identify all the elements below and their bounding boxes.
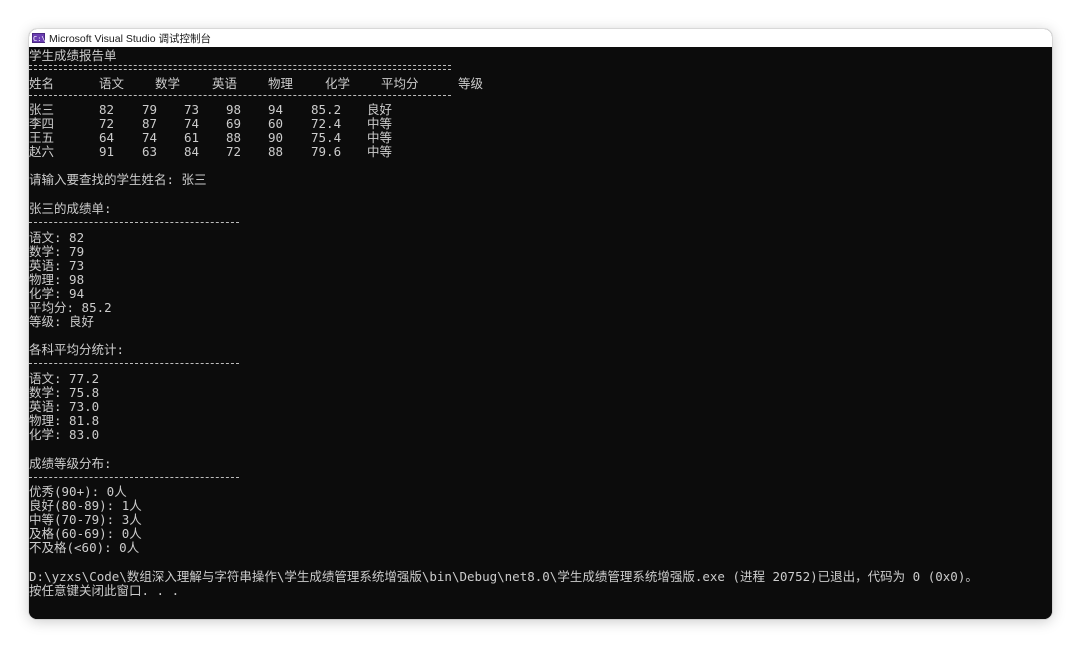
table-cell-chinese: 64 [99, 130, 115, 145]
average-line: 数学: 75.8 [29, 385, 100, 400]
table-cell-chemistry: 90 [268, 130, 284, 145]
console-output[interactable]: 学生成绩报告单 姓名 语文 数学 英语 物理 化学 平均分 等级 张三 82 7… [29, 47, 1052, 619]
average-line: 物理: 81.8 [29, 413, 100, 428]
table-cell-chemistry: 60 [268, 116, 284, 131]
detail-line: 物理: 98 [29, 272, 85, 287]
console-app-icon: C:\ [32, 33, 46, 43]
detail-title: 张三的成绩单: [29, 201, 112, 216]
distribution-line: 良好(80-89): 1人 [29, 498, 142, 513]
table-cell-english: 84 [184, 144, 200, 159]
title-bar[interactable]: C:\ Microsoft Visual Studio 调试控制台 [29, 29, 1052, 47]
table-header-english: 英语 [212, 76, 238, 91]
table-cell-grade: 中等 [367, 144, 393, 159]
table-cell-english: 61 [184, 130, 200, 145]
table-cell-math: 63 [142, 144, 158, 159]
table-cell-physics: 72 [226, 144, 242, 159]
table-header-chinese: 语文 [99, 76, 125, 91]
table-cell-name: 张三 [29, 102, 55, 117]
distribution-line: 不及格(<60): 0人 [29, 540, 140, 555]
averages-separator [29, 363, 239, 364]
average-line: 化学: 83.0 [29, 427, 100, 442]
table-cell-math: 79 [142, 102, 158, 117]
table-cell-chemistry: 94 [268, 102, 284, 117]
table-header-grade: 等级 [458, 76, 484, 91]
table-header-separator [29, 95, 451, 96]
window-title: Microsoft Visual Studio 调试控制台 [49, 32, 212, 45]
table-cell-chinese: 91 [99, 144, 115, 159]
distribution-separator [29, 477, 239, 478]
table-cell-chinese: 72 [99, 116, 115, 131]
report-title-separator [29, 65, 451, 70]
report-title: 学生成绩报告单 [29, 48, 117, 63]
table-cell-english: 74 [184, 116, 200, 131]
table-cell-grade: 中等 [367, 130, 393, 145]
detail-line: 平均分: 85.2 [29, 300, 112, 315]
detail-line: 等级: 良好 [29, 314, 95, 329]
table-header-math: 数学 [155, 76, 181, 91]
table-cell-average: 72.4 [311, 116, 342, 131]
table-cell-physics: 69 [226, 116, 242, 131]
search-prompt: 请输入要查找的学生姓名: 张三 [29, 172, 207, 187]
table-header-physics: 物理 [268, 76, 294, 91]
detail-line: 语文: 82 [29, 230, 85, 245]
exit-message: D:\yzxs\Code\数组深入理解与字符串操作\学生成绩管理系统增强版\bi… [29, 569, 978, 584]
table-cell-grade: 良好 [367, 102, 393, 117]
averages-title: 各科平均分统计: [29, 342, 125, 357]
distribution-title: 成绩等级分布: [29, 456, 112, 471]
table-cell-chinese: 82 [99, 102, 115, 117]
console-window: C:\ Microsoft Visual Studio 调试控制台 学生成绩报告… [29, 29, 1052, 619]
table-cell-chemistry: 88 [268, 144, 284, 159]
table-cell-average: 75.4 [311, 130, 342, 145]
table-cell-math: 74 [142, 130, 158, 145]
detail-separator [29, 222, 239, 223]
table-cell-name: 赵六 [29, 144, 55, 159]
distribution-line: 及格(60-69): 0人 [29, 526, 142, 541]
close-prompt: 按任意键关闭此窗口. . . [29, 583, 180, 598]
detail-line: 数学: 79 [29, 244, 85, 259]
table-cell-name: 王五 [29, 130, 55, 145]
detail-line: 化学: 94 [29, 286, 85, 301]
table-header-chemistry: 化学 [325, 76, 351, 91]
table-header-name: 姓名 [29, 76, 55, 91]
table-cell-grade: 中等 [367, 116, 393, 131]
detail-line: 英语: 73 [29, 258, 85, 273]
average-line: 英语: 73.0 [29, 399, 100, 414]
table-cell-physics: 98 [226, 102, 242, 117]
table-cell-name: 李四 [29, 116, 55, 131]
average-line: 语文: 77.2 [29, 371, 100, 386]
table-cell-average: 85.2 [311, 102, 342, 117]
distribution-line: 中等(70-79): 3人 [29, 512, 142, 527]
table-cell-physics: 88 [226, 130, 242, 145]
distribution-line: 优秀(90+): 0人 [29, 484, 127, 499]
table-cell-english: 73 [184, 102, 200, 117]
table-cell-math: 87 [142, 116, 158, 131]
table-cell-average: 79.6 [311, 144, 342, 159]
table-header-average: 平均分 [381, 76, 419, 91]
